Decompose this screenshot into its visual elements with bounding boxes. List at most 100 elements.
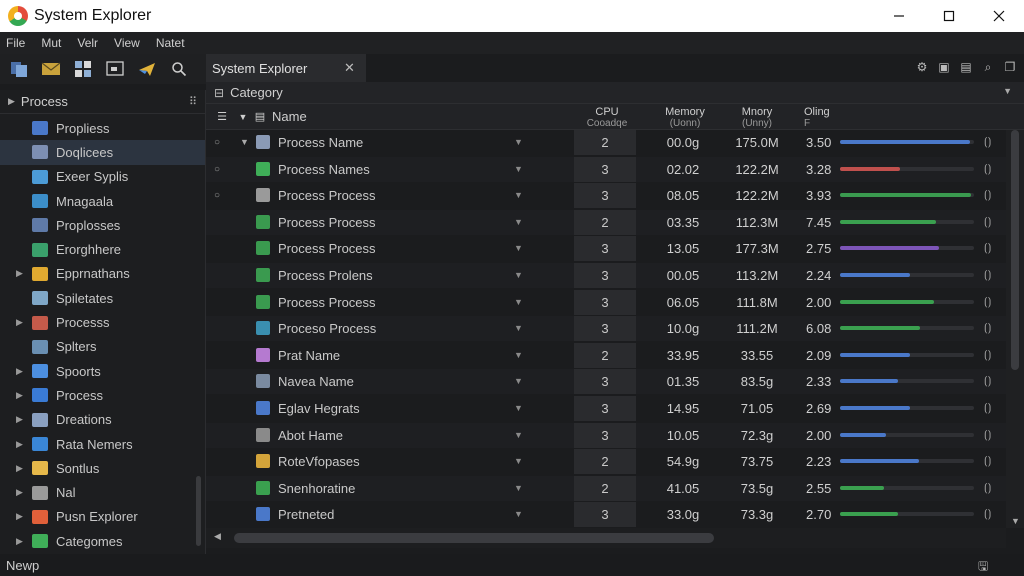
mail-icon[interactable] <box>40 59 62 79</box>
row-dropdown-icon[interactable]: ▼ <box>514 130 523 155</box>
column-name[interactable]: Name <box>272 104 352 130</box>
sidebar-item[interactable]: ▶ Process <box>0 383 205 407</box>
row-settings-icon[interactable]: ⟮⟯ <box>984 449 991 474</box>
table-row[interactable]: Abot Hame ▼ 3 10.05 72.3g 2.00 ⟮⟯ <box>206 422 1006 448</box>
row-dropdown-icon[interactable]: ▼ <box>514 343 523 368</box>
sidebar-header[interactable]: ▶ Process ⠿ <box>0 90 205 114</box>
row-settings-icon[interactable]: ⟮⟯ <box>984 157 991 182</box>
tab-close-icon[interactable]: ✕ <box>344 60 355 76</box>
table-row[interactable]: Navea Name ▼ 3 01.35 83.5g 2.33 ⟮⟯ <box>206 369 1006 395</box>
sidebar-item[interactable]: ▶ Dreations <box>0 408 205 432</box>
row-dropdown-icon[interactable]: ▼ <box>514 476 523 501</box>
table-row[interactable]: ○ Process Process ▼ 3 08.05 122.2M 3.93 ⟮⟯ <box>206 183 1006 209</box>
sidebar-item[interactable]: Splters <box>0 335 205 359</box>
sidebar-item[interactable]: ▶ Rata Nemers <box>0 432 205 456</box>
row-settings-icon[interactable]: ⟮⟯ <box>984 210 991 235</box>
row-settings-icon[interactable]: ⟮⟯ <box>984 130 991 155</box>
row-dropdown-icon[interactable]: ▼ <box>514 423 523 448</box>
row-settings-icon[interactable]: ⟮⟯ <box>984 423 991 448</box>
row-settings-icon[interactable]: ⟮⟯ <box>984 236 991 261</box>
save-icon[interactable]: 🖫 <box>978 557 994 573</box>
sidebar-item[interactable]: ▶ Sontlus <box>0 456 205 480</box>
row-dropdown-icon[interactable]: ▼ <box>514 449 523 474</box>
table-row[interactable]: Prat Name ▼ 2 33.95 33.55 2.09 ⟮⟯ <box>206 342 1006 368</box>
row-settings-icon[interactable]: ⟮⟯ <box>984 183 991 208</box>
restore-icon[interactable]: ❐ <box>1002 59 1018 75</box>
column-memory2[interactable]: Mnory (Unny) <box>724 104 790 130</box>
list-view-icon[interactable]: ☰ <box>212 104 232 130</box>
tab-system-explorer[interactable]: System Explorer <box>206 54 366 82</box>
screen-icon[interactable] <box>104 59 126 79</box>
column-memory[interactable]: Memory (Uonn) <box>650 104 720 130</box>
row-dropdown-icon[interactable]: ▼ <box>514 157 523 182</box>
row-settings-icon[interactable]: ⟮⟯ <box>984 502 991 527</box>
row-settings-icon[interactable]: ⟮⟯ <box>984 476 991 501</box>
export-icon[interactable]: ▤ <box>958 59 974 75</box>
copy-icon[interactable] <box>8 59 30 79</box>
row-dropdown-icon[interactable]: ▼ <box>514 316 523 341</box>
row-dropdown-icon[interactable]: ▼ <box>514 396 523 421</box>
sidebar-item[interactable]: Doqlicees <box>0 140 205 165</box>
table-row[interactable]: Pretneted ▼ 3 33.0g 73.3g 2.70 ⟮⟯ <box>206 502 1006 528</box>
row-settings-icon[interactable]: ⟮⟯ <box>984 263 991 288</box>
row-settings-icon[interactable]: ⟮⟯ <box>984 290 991 315</box>
row-dropdown-icon[interactable]: ▼ <box>514 210 523 235</box>
row-expand-icon[interactable]: ▼ <box>240 130 249 155</box>
row-dropdown-icon[interactable]: ▼ <box>514 369 523 394</box>
vertical-scrollbar[interactable]: ▼ <box>1006 130 1024 528</box>
column-disk[interactable]: Oling F <box>804 104 844 130</box>
sidebar-item[interactable]: Proplosses <box>0 213 205 237</box>
table-row[interactable]: RoteVfopases ▼ 2 54.9g 73.75 2.23 ⟮⟯ <box>206 449 1006 475</box>
row-dropdown-icon[interactable]: ▼ <box>514 236 523 261</box>
expand-all-icon[interactable]: ▼ <box>236 104 250 130</box>
table-row[interactable]: ○ ▼ Process Name ▼ 2 00.0g 175.0M 3.50 ⟮⟯ <box>206 130 1006 155</box>
scroll-down-icon[interactable]: ▼ <box>1011 516 1020 526</box>
row-dropdown-icon[interactable]: ▼ <box>514 263 523 288</box>
sidebar-scrollbar[interactable] <box>196 476 201 546</box>
table-row[interactable]: Process Process ▼ 3 13.05 177.3M 2.75 ⟮⟯ <box>206 236 1006 262</box>
table-row[interactable]: ○ Process Names ▼ 3 02.02 122.2M 3.28 ⟮⟯ <box>206 156 1006 182</box>
chevron-down-icon[interactable]: ▼ <box>1003 86 1012 96</box>
search-icon[interactable] <box>168 59 190 79</box>
caret-right-icon[interactable]: ▶ <box>16 511 23 522</box>
sidebar-item[interactable]: ▶ Spoorts <box>0 359 205 383</box>
row-dropdown-icon[interactable]: ▼ <box>514 290 523 315</box>
table-row[interactable]: Process Process ▼ 2 03.35 112.3M 7.45 ⟮⟯ <box>206 209 1006 235</box>
sidebar-item[interactable]: ▶ Processs <box>0 310 205 334</box>
caret-right-icon[interactable]: ▶ <box>16 439 23 450</box>
row-settings-icon[interactable]: ⟮⟯ <box>984 369 991 394</box>
sidebar-item[interactable]: ▶ Categomes <box>0 529 205 553</box>
category-bar[interactable]: ⊟ Category ▼ <box>206 82 1024 104</box>
sidebar-item[interactable]: ▶ Pusn Explorer <box>0 505 205 529</box>
table-row[interactable]: Eglav Hegrats ▼ 3 14.95 71.05 2.69 ⟮⟯ <box>206 396 1006 421</box>
search-small-icon[interactable]: ⌕ <box>980 59 996 75</box>
caret-right-icon[interactable]: ▶ <box>16 463 23 474</box>
horizontal-scroll-thumb[interactable] <box>234 533 714 543</box>
menu-view[interactable]: View <box>114 36 140 50</box>
row-settings-icon[interactable]: ⟮⟯ <box>984 396 991 421</box>
menu-velr[interactable]: Velr <box>77 36 98 50</box>
vertical-scroll-thumb[interactable] <box>1011 130 1019 370</box>
caret-right-icon[interactable]: ▶ <box>16 536 23 547</box>
grid-icon[interactable] <box>72 59 94 79</box>
scroll-left-icon[interactable]: ◀ <box>214 531 221 542</box>
caret-right-icon[interactable]: ▶ <box>16 268 23 279</box>
table-row[interactable]: Process Process ▼ 3 06.05 111.8M 2.00 ⟮⟯ <box>206 289 1006 315</box>
caret-right-icon[interactable]: ▶ <box>16 414 23 425</box>
close-button[interactable] <box>974 0 1024 32</box>
row-dropdown-icon[interactable]: ▼ <box>514 502 523 527</box>
table-row[interactable]: Snenhoratine ▼ 2 41.05 73.5g 2.55 ⟮⟯ <box>206 475 1006 501</box>
grip-icon[interactable]: ⠿ <box>189 95 197 108</box>
table-row[interactable]: Process Prolens ▼ 3 00.05 113.2M 2.24 ⟮⟯ <box>206 263 1006 288</box>
horizontal-scrollbar[interactable]: ◀ <box>206 528 1006 548</box>
printer-icon[interactable]: ▣ <box>936 59 952 75</box>
sidebar-item[interactable]: Exeer Syplis <box>0 165 205 189</box>
plane-icon[interactable] <box>136 59 158 79</box>
sidebar-item[interactable]: Spiletates <box>0 286 205 310</box>
row-dropdown-icon[interactable]: ▼ <box>514 183 523 208</box>
sidebar-item[interactable]: ▶ Epprnathans <box>0 262 205 286</box>
row-settings-icon[interactable]: ⟮⟯ <box>984 316 991 341</box>
caret-right-icon[interactable]: ▶ <box>16 366 23 377</box>
column-cpu[interactable]: CPU Cooadqe <box>574 104 640 130</box>
minimize-button[interactable] <box>874 0 924 32</box>
